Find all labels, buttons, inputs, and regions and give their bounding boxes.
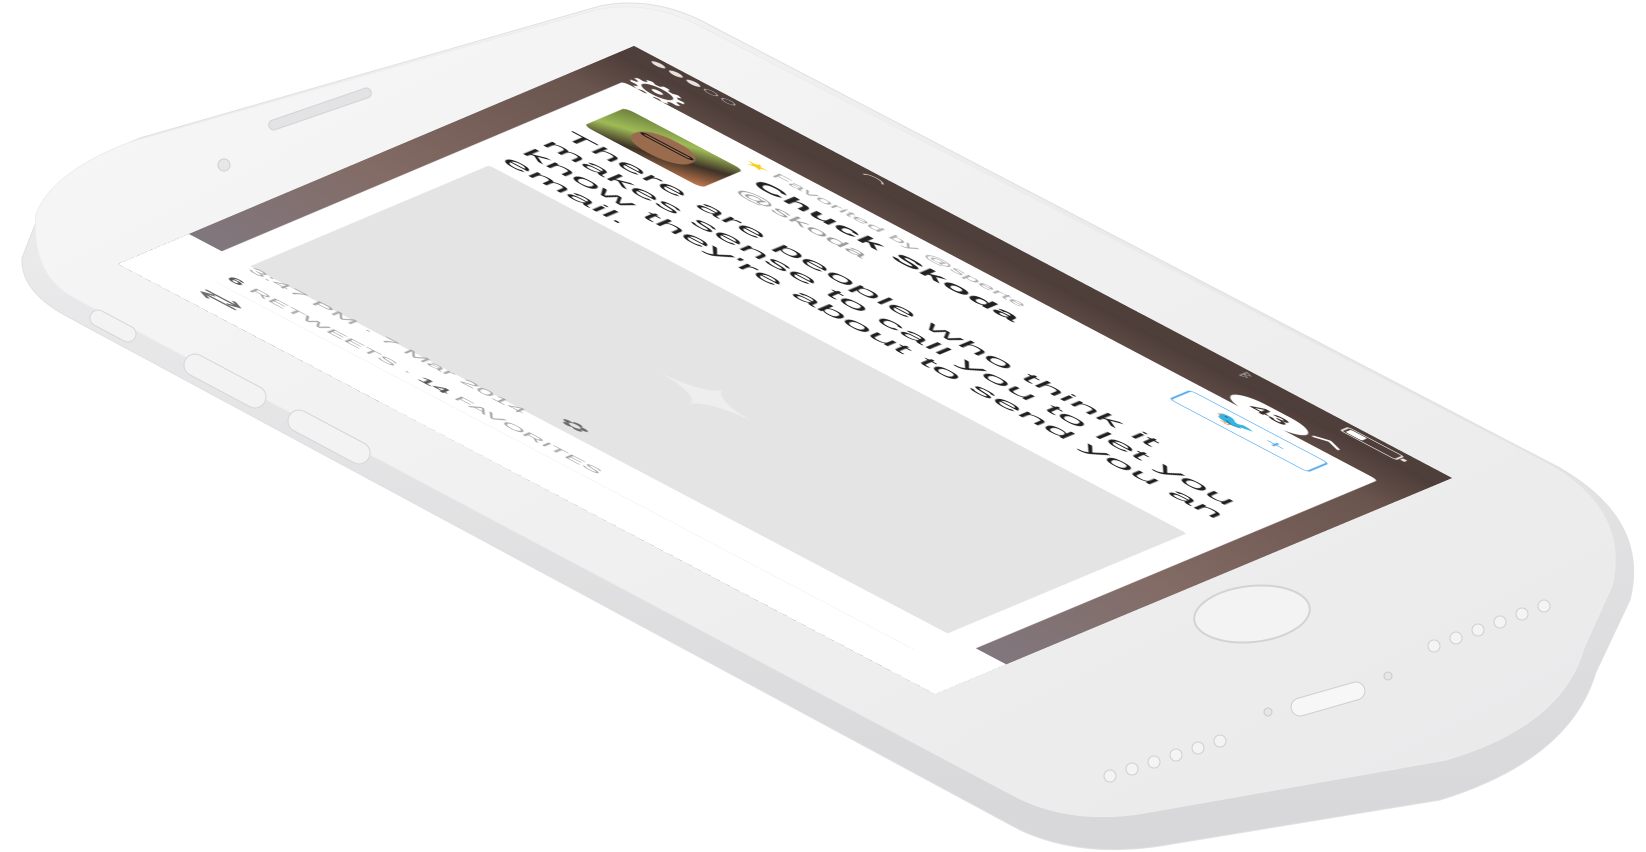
signal-dot xyxy=(720,97,738,106)
favorite-count: 14 xyxy=(414,376,454,396)
battery-tip xyxy=(1400,458,1407,462)
retweet-count: 6 xyxy=(223,275,248,287)
stats-separator: · xyxy=(398,367,417,376)
signal-dot xyxy=(685,79,703,88)
bird-icon: ✦ xyxy=(627,359,783,436)
star-icon: ★ xyxy=(739,158,774,175)
screw xyxy=(1384,672,1392,680)
twitter-bird-icon: 🐦 xyxy=(1207,410,1261,437)
follow-plus-label: + xyxy=(1259,437,1291,453)
signal-dot xyxy=(702,88,720,97)
front-camera xyxy=(218,159,230,171)
screw xyxy=(1264,708,1272,716)
signal-dot xyxy=(667,70,685,79)
signal-dot xyxy=(650,60,668,69)
